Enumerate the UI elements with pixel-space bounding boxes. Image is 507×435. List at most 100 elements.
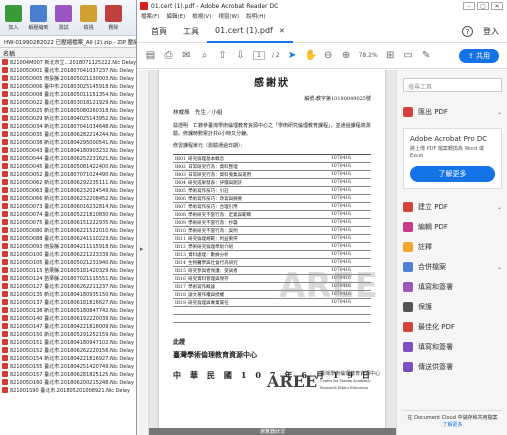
document-viewport[interactable]: 感謝狀 編號:教字第10180049025號 林威振 先生／小姐 茲證明 亡錄參…	[149, 70, 396, 435]
zip-tool-0[interactable]: 加入	[2, 2, 25, 33]
doc-organization: 臺灣學術倫理教育資源中心	[173, 350, 257, 359]
zip-tool-2[interactable]: 測試	[52, 2, 75, 33]
zip-column-header-name[interactable]: 名稱	[0, 48, 139, 58]
share-button[interactable]: ⇪ 共用	[458, 48, 499, 63]
zoom-level[interactable]: 78.2%	[359, 52, 378, 59]
doc-paragraph: 茲證明 亡錄參臺灣學術倫理教育資源中心之「學術研究倫理教育課程」，並通過課程總測…	[173, 123, 371, 137]
maximize-button[interactable]: ▢	[477, 2, 489, 10]
fit-page-icon[interactable]: ⊞	[385, 50, 396, 61]
zip-tool-3[interactable]: 檢視	[77, 2, 100, 33]
page-up-icon[interactable]: ⇧	[217, 50, 228, 61]
zip-file-row[interactable]: 821005D006 臺中市.201803025145918.Nic Delay	[0, 82, 139, 90]
tool-item-8[interactable]: 傳送供簽署	[403, 357, 502, 377]
select-cursor-icon[interactable]: ➤	[287, 50, 298, 61]
learn-more-button[interactable]: 了解更多	[410, 166, 495, 182]
zip-file-row[interactable]: 821005D157 臺北市.201806281825125.Nic Delay	[0, 370, 139, 378]
zip-file-row[interactable]: 821005D001 臺北市.201807041037237.Nic Delay	[0, 66, 139, 74]
zip-file-row[interactable]: 821005D005 南投縣.201805021130003.Nic Delay	[0, 74, 139, 82]
zip-file-row[interactable]: 821005D151 臺北市.201804180947102.Nic Delay	[0, 338, 139, 346]
zip-file-row[interactable]: 821005D025 新北市.201805080260318.Nic Delay	[0, 106, 139, 114]
zip-file-row[interactable]: 821005D152 臺北市.201806262220156.Nic Delay	[0, 346, 139, 354]
zip-tool-1[interactable]: 解壓縮到	[27, 2, 50, 33]
tab-home[interactable]: 首頁	[143, 21, 175, 43]
cloud-learn-more-link[interactable]: 了解更多	[403, 422, 502, 429]
zip-file-row[interactable]: 821005D115 苗栗縣.201805181420329.Nic Delay	[0, 266, 139, 274]
close-button[interactable]: ✕	[491, 2, 503, 10]
tool-item-6[interactable]: 最佳化 PDF	[403, 317, 502, 337]
zip-file-row[interactable]: 821005D073 臺北市.201806016232814.Nic Delay	[0, 202, 139, 210]
help-icon[interactable]: ?	[462, 26, 473, 37]
zip-file-row[interactable]: 821005D034 新北市.201807041034648.Nic Delay	[0, 122, 139, 130]
page-down-icon[interactable]: ⇩	[235, 50, 246, 61]
tool-export-pdf[interactable]: 匯出 PDF ⌄	[403, 102, 502, 122]
close-tab-icon[interactable]: ✕	[279, 27, 285, 35]
zip-file-row[interactable]: 821005D137 臺北市.201806181816627.Nic Delay	[0, 298, 139, 306]
zip-file-row[interactable]: 821005D035 臺北市.201806282214244.Nic Delay	[0, 130, 139, 138]
chevron-down-icon[interactable]: ⌄	[497, 109, 502, 116]
table-row: IR04_研究成果發表：評價與期許 1070416	[173, 179, 371, 187]
minimize-button[interactable]: –	[463, 2, 475, 10]
zip-file-row[interactable]: 821005D022 臺北市.201803018121929.Nic Delay	[0, 98, 139, 106]
zip-file-row[interactable]: 821005D066 新北市.201806232208452.Nic Delay	[0, 194, 139, 202]
zip-file-row[interactable]: 821005D140 臺北市.201806192220039.Nic Delay	[0, 314, 139, 322]
zip-file-row[interactable]: 821005D100 臺北市.201806221223339.Nic Delay	[0, 250, 139, 258]
zip-file-row[interactable]: 821005D045 臺北市.201805081422400.Nic Delay	[0, 162, 139, 170]
zip-file-row[interactable]: 821005D105 臺北市.201805021231940.Nic Delay	[0, 258, 139, 266]
zoom-in-icon[interactable]: ⊕	[341, 50, 352, 61]
zip-file-row[interactable]: 821005D088 臺北市.201806241110223.Nic Delay	[0, 234, 139, 242]
email-icon[interactable]: ✉	[181, 50, 192, 61]
zip-file-row[interactable]: 821001S90 臺北市.201805201008921.Nic Delay	[0, 386, 139, 394]
chevron-down-icon[interactable]: ⌄	[497, 204, 502, 211]
zip-file-row[interactable]: 821005D080 新北市.201806221522010.Nic Delay	[0, 226, 139, 234]
tool-item-7[interactable]: 填寫和簽署	[403, 337, 502, 357]
zip-file-row[interactable]: 821005D008 臺北市.201805011151354.Nic Delay	[0, 90, 139, 98]
print-icon[interactable]: ⎙	[163, 50, 174, 61]
date-char: 中	[173, 370, 182, 380]
zip-file-row[interactable]: 821005D093 南投縣.201804211115918.Nic Delay	[0, 242, 139, 250]
sign-icon[interactable]: ✎	[421, 50, 432, 61]
zip-file-row[interactable]: 821005D138 新北市.201805180847742.Nic Delay	[0, 306, 139, 314]
pdf-file-icon	[2, 235, 8, 241]
tool-item-4[interactable]: 填寫和簽署	[403, 277, 502, 297]
zip-file-row[interactable]: 821005D147 臺北市.201804221818009.Nic Delay	[0, 322, 139, 330]
zip-file-row[interactable]: 821005D135 新北市.201804180935150.Nic Delay	[0, 290, 139, 298]
zip-file-row[interactable]: 821005D154 新北市.201804221816927.Nic Delay	[0, 354, 139, 362]
login-button[interactable]: 登入	[483, 26, 499, 37]
comment-icon[interactable]: ▭	[403, 50, 414, 61]
left-panel-toggle[interactable]: ▸	[137, 70, 149, 435]
save-icon[interactable]: ▤	[145, 50, 156, 61]
zip-file-row[interactable]: 821005D043 臺北市.201804180903232.Nic Delay	[0, 146, 139, 154]
expand-left-icon[interactable]: ▸	[140, 245, 144, 253]
zip-file-row[interactable]: 821005D124 苗栗縣.201807021115551.Nic Delay	[0, 274, 139, 282]
zip-file-row[interactable]: 821004M007 新北市立...2018071125222.Nic Dela…	[0, 58, 139, 66]
tool-item-2[interactable]: 註釋	[403, 237, 502, 257]
tab-tools[interactable]: 工具	[175, 21, 207, 43]
page-number-input[interactable]: 1	[253, 51, 265, 60]
zip-tool-icon	[80, 5, 97, 22]
hand-tool-icon[interactable]: ✋	[305, 50, 317, 61]
zip-file-row[interactable]: 821005D074 臺北市.201805221810830.Nic Delay	[0, 210, 139, 218]
zip-file-row[interactable]: 821005D063 臺北市.201806232024549.Nic Delay	[0, 186, 139, 194]
zip-file-row[interactable]: 821005D160 臺北市.201806200215248.Nic Delay	[0, 378, 139, 386]
zip-address-bar[interactable]: HW-01990282022 已壓縮檔案_All (2).zip - ZIP 壓…	[0, 36, 139, 48]
zip-file-row[interactable]: 821005D150 新北市.201805291252159.Nic Delay	[0, 330, 139, 338]
tool-item-0[interactable]: 建立 PDF ⌄	[403, 197, 502, 217]
tool-item-1[interactable]: 編輯 PDF	[403, 217, 502, 237]
zip-file-row[interactable]: 821005D029 新北市.201804025143952.Nic Delay	[0, 114, 139, 122]
zoom-out-icon[interactable]: ⊖	[323, 50, 334, 61]
tool-item-3[interactable]: 合併檔案 ⌄	[403, 257, 502, 277]
tool-item-5[interactable]: 保護	[403, 297, 502, 317]
zip-file-row[interactable]: 821005D062 新北市.201806292235111.Nic Delay	[0, 178, 139, 186]
chevron-down-icon[interactable]: ⌄	[497, 264, 502, 271]
search-icon[interactable]: ⌕	[199, 50, 210, 61]
zip-file-row[interactable]: 821005D127 臺北市.201806262211237.Nic Delay	[0, 282, 139, 290]
zip-tool-4[interactable]: 刪除	[102, 2, 125, 33]
zip-file-row[interactable]: 821005D038 新北市.201804295000541.Nic Delay	[0, 138, 139, 146]
zip-file-row[interactable]: 821005D044 臺北市.201806252231621.Nic Delay	[0, 154, 139, 162]
zip-file-row[interactable]: 821005D075 臺北市.201806151222935.Nic Delay	[0, 218, 139, 226]
tab-bar: 首頁 工具 01.cert (1).pdf ✕ ? 登入	[137, 21, 507, 43]
search-tools-input[interactable]: 搜尋工具	[403, 78, 502, 92]
zip-file-row[interactable]: 821005D155 臺北市.201804251420749.Nic Delay	[0, 362, 139, 370]
zip-file-row[interactable]: 821005D052 臺北市.201807071024490.Nic Delay	[0, 170, 139, 178]
tab-document[interactable]: 01.cert (1).pdf ✕	[207, 21, 293, 43]
